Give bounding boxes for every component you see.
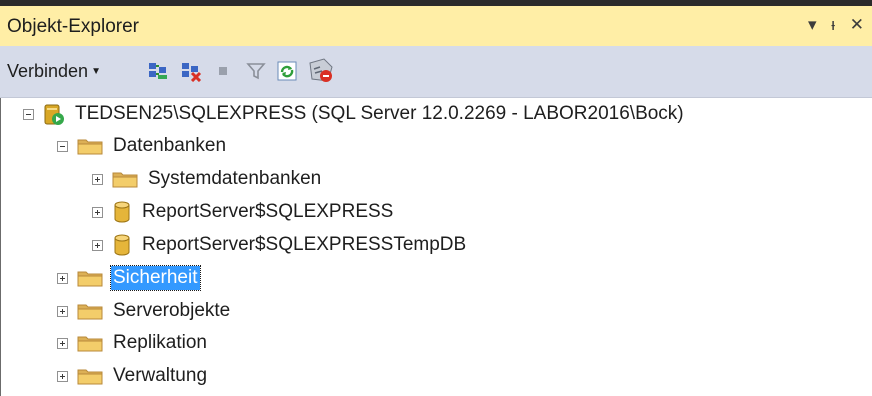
systemdatenbanken-label: Systemdatenbanken — [148, 168, 322, 189]
tree-node-reportserver-tempdb[interactable]: ReportServer$SQLEXPRESSTempDB — [92, 231, 468, 259]
expand-toggle-icon[interactable] — [57, 370, 68, 382]
server-label: TEDSEN25\SQLEXPRESS (SQL Server 12.0.226… — [75, 103, 684, 124]
collapse-toggle-icon[interactable] — [23, 108, 34, 120]
refresh-icon[interactable] — [276, 60, 298, 82]
folder-icon — [77, 336, 103, 352]
tree-node-systemdatenbanken[interactable]: Systemdatenbanken — [92, 165, 323, 193]
disconnect-icon[interactable] — [180, 60, 202, 82]
folder-icon — [77, 139, 103, 155]
connect-button[interactable]: Verbinden ▼ — [7, 61, 101, 82]
reportserver-label: ReportServer$SQLEXPRESS — [142, 201, 394, 222]
folder-icon — [112, 172, 138, 188]
folder-icon — [77, 369, 103, 385]
serverobjekte-label: Serverobjekte — [113, 300, 231, 321]
tree-node-verwaltung[interactable]: Verwaltung — [57, 362, 209, 390]
folder-icon — [77, 271, 103, 287]
server-icon — [44, 104, 64, 125]
expand-toggle-icon[interactable] — [92, 239, 103, 251]
database-icon — [114, 234, 130, 256]
toolbar: Verbinden ▼ — [0, 46, 872, 98]
pin-icon[interactable]: ᵻ — [831, 15, 837, 35]
panel-controls: ▾ ᵻ ✕ — [802, 15, 866, 35]
replikation-label: Replikation — [113, 332, 207, 353]
datenbanken-label: Datenbanken — [113, 135, 227, 156]
close-icon[interactable]: ✕ — [850, 15, 866, 35]
dropdown-arrow-icon[interactable]: ▾ — [808, 15, 819, 35]
tree-node-server[interactable]: TEDSEN25\SQLEXPRESS (SQL Server 12.0.226… — [23, 100, 686, 128]
stop-icon[interactable] — [213, 60, 235, 82]
tree-node-sicherheit[interactable]: Sicherheit — [57, 264, 201, 292]
panel-title: Objekt-Explorer — [7, 16, 139, 37]
activity-monitor-icon[interactable] — [307, 57, 335, 85]
filter-icon[interactable] — [245, 60, 267, 82]
folder-icon — [77, 304, 103, 320]
tree-node-reportserver[interactable]: ReportServer$SQLEXPRESS — [92, 198, 395, 226]
collapse-toggle-icon[interactable] — [57, 140, 68, 152]
tree-node-replikation[interactable]: Replikation — [57, 329, 209, 357]
connect-label: Verbinden — [7, 61, 89, 81]
reportserver-tempdb-label: ReportServer$SQLEXPRESSTempDB — [142, 234, 467, 255]
verwaltung-label: Verwaltung — [113, 365, 208, 386]
expand-toggle-icon[interactable] — [57, 337, 68, 349]
tree-node-serverobjekte[interactable]: Serverobjekte — [57, 297, 232, 325]
sicherheit-label: Sicherheit — [110, 265, 201, 291]
panel-title-bar: Objekt-Explorer ▾ ᵻ ✕ — [0, 0, 872, 46]
connect-object-explorer-icon[interactable] — [147, 60, 169, 82]
chevron-down-icon: ▼ — [91, 66, 101, 77]
database-icon — [114, 201, 130, 223]
expand-toggle-icon[interactable] — [92, 173, 103, 185]
expand-toggle-icon[interactable] — [57, 272, 68, 284]
tree-node-datenbanken[interactable]: Datenbanken — [57, 132, 228, 160]
expand-toggle-icon[interactable] — [92, 206, 103, 218]
object-explorer-tree: TEDSEN25\SQLEXPRESS (SQL Server 12.0.226… — [0, 98, 872, 396]
expand-toggle-icon[interactable] — [57, 305, 68, 317]
